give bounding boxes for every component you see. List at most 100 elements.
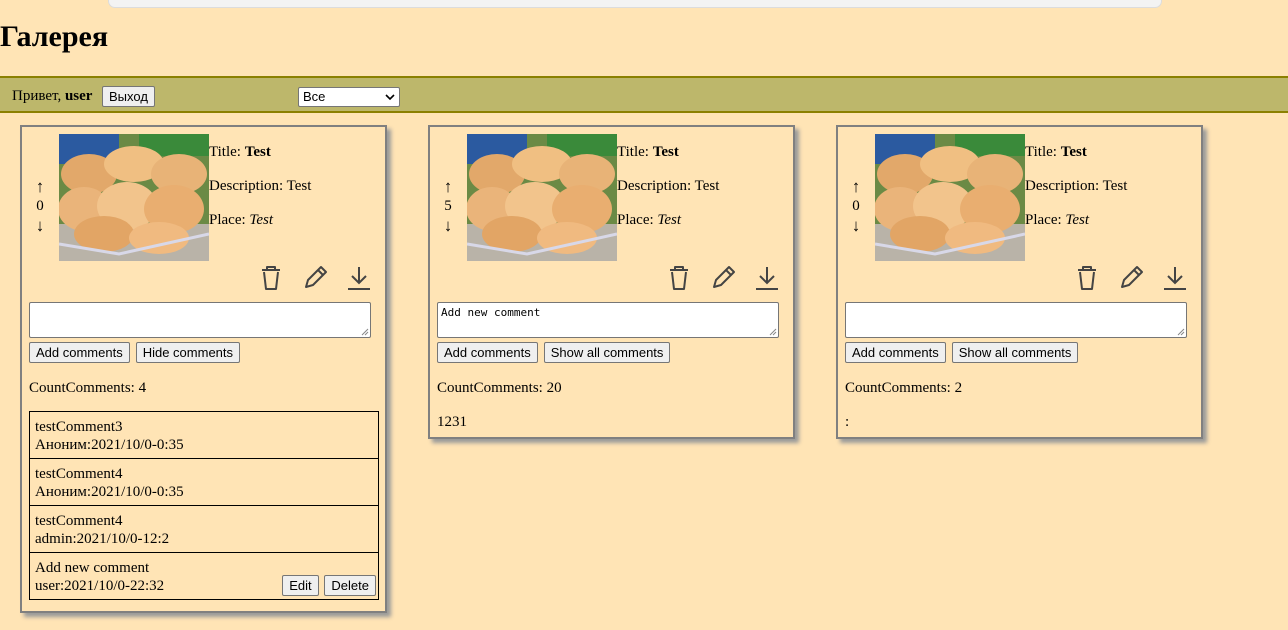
title-row: Title: Test bbox=[1025, 135, 1127, 169]
place-row: Place: Test bbox=[617, 203, 719, 237]
photo-title: Test bbox=[652, 144, 679, 160]
comment-actions: Edit Delete bbox=[280, 575, 376, 596]
title-label: Title: bbox=[209, 144, 241, 160]
description-row: Description: Test bbox=[617, 169, 719, 203]
pencil-icon[interactable] bbox=[709, 264, 737, 292]
count-label: CountComments: bbox=[845, 380, 951, 396]
description-row: Description: Test bbox=[209, 169, 311, 203]
comment-item: testComment4 admin:2021/10/0-12:2 bbox=[29, 505, 379, 553]
count-value: 4 bbox=[138, 380, 147, 396]
vote-up-icon[interactable]: ↑ bbox=[32, 177, 48, 196]
vote-widget: ↑ 0 ↓ bbox=[32, 177, 48, 235]
add-comments-button[interactable]: Add comments bbox=[845, 342, 946, 363]
photo-place: Test bbox=[249, 212, 274, 228]
photo-place: Test bbox=[1065, 212, 1090, 228]
title-row: Title: Test bbox=[209, 135, 311, 169]
title-row: Title: Test bbox=[617, 135, 719, 169]
page-title: Галерея bbox=[0, 20, 109, 53]
last-comment: : bbox=[845, 414, 850, 430]
comment-buttons: Add comments Show all comments bbox=[845, 342, 1080, 363]
vote-down-icon[interactable]: ↓ bbox=[32, 216, 48, 235]
vote-down-icon[interactable]: ↓ bbox=[440, 216, 456, 235]
description-label: Description: bbox=[1025, 178, 1100, 194]
comment-text: testComment4 bbox=[35, 513, 123, 529]
comments-list: testComment3 Аноним:2021/10/0-0:35 testC… bbox=[29, 411, 379, 600]
header-bar: Привет, user Выход Все bbox=[0, 76, 1288, 113]
place-label: Place: bbox=[1025, 212, 1062, 228]
title-label: Title: bbox=[617, 144, 649, 160]
card-actions bbox=[245, 264, 373, 294]
count-value: 2 bbox=[954, 380, 963, 396]
comment-text: testComment3 bbox=[35, 419, 123, 435]
edit-comment-button[interactable]: Edit bbox=[282, 575, 319, 596]
photo-description: Test bbox=[694, 178, 720, 194]
comment-count: CountComments: 20 bbox=[437, 380, 562, 397]
comment-item: testComment3 Аноним:2021/10/0-0:35 bbox=[29, 411, 379, 459]
vote-down-icon[interactable]: ↓ bbox=[848, 216, 864, 235]
show-all-comments-button[interactable]: Show all comments bbox=[543, 342, 671, 363]
place-row: Place: Test bbox=[209, 203, 311, 237]
chevron-down-icon bbox=[385, 88, 395, 109]
place-label: Place: bbox=[209, 212, 246, 228]
photo-thumbnail[interactable] bbox=[59, 134, 209, 261]
last-comment: 1231 bbox=[437, 414, 467, 430]
photo-thumbnail[interactable] bbox=[875, 134, 1025, 261]
photo-thumbnail[interactable] bbox=[467, 134, 617, 261]
comment-input-value: Add new comment bbox=[441, 306, 541, 319]
comment-input[interactable]: Add new comment bbox=[437, 302, 779, 338]
download-icon[interactable] bbox=[345, 264, 373, 292]
vote-widget: ↑ 0 ↓ bbox=[848, 177, 864, 235]
count-value: 20 bbox=[546, 380, 562, 396]
title-label: Title: bbox=[1025, 144, 1057, 160]
vote-widget: ↑ 5 ↓ bbox=[440, 177, 456, 235]
add-comments-button[interactable]: Add comments bbox=[437, 342, 538, 363]
comment-count: CountComments: 2 bbox=[845, 380, 962, 397]
delete-comment-button[interactable]: Delete bbox=[324, 575, 376, 596]
hide-comments-button[interactable]: Hide comments bbox=[135, 342, 241, 363]
count-label: CountComments: bbox=[437, 380, 543, 396]
description-row: Description: Test bbox=[1025, 169, 1127, 203]
description-label: Description: bbox=[617, 178, 692, 194]
photo-description: Test bbox=[1102, 178, 1128, 194]
comment-input[interactable] bbox=[29, 302, 371, 338]
pencil-icon[interactable] bbox=[301, 264, 329, 292]
logout-button[interactable]: Выход bbox=[102, 86, 155, 107]
download-icon[interactable] bbox=[753, 264, 781, 292]
vote-up-icon[interactable]: ↑ bbox=[440, 177, 456, 196]
trash-icon[interactable] bbox=[1073, 264, 1101, 292]
card-actions bbox=[653, 264, 781, 294]
vote-count: 0 bbox=[852, 198, 860, 214]
comment-input[interactable] bbox=[845, 302, 1187, 338]
pencil-icon[interactable] bbox=[1117, 264, 1145, 292]
vote-count: 0 bbox=[36, 198, 44, 214]
photo-description: Test bbox=[286, 178, 312, 194]
gallery-card: ↑ 5 ↓ Title: Test Description: Test Plac… bbox=[428, 125, 795, 439]
photo-info: Title: Test Description: Test Place: Tes… bbox=[1025, 135, 1127, 237]
comment-item: Add new comment user:2021/10/0-22:32 Edi… bbox=[29, 552, 379, 600]
greeting-prefix: Привет, bbox=[12, 88, 62, 104]
show-all-comments-button[interactable]: Show all comments bbox=[951, 342, 1079, 363]
comment-item: testComment4 Аноним:2021/10/0-0:35 bbox=[29, 458, 379, 506]
photo-info: Title: Test Description: Test Place: Tes… bbox=[209, 135, 311, 237]
place-label: Place: bbox=[617, 212, 654, 228]
photo-place: Test bbox=[657, 212, 682, 228]
username: user bbox=[64, 88, 93, 104]
description-label: Description: bbox=[209, 178, 284, 194]
gallery-card: ↑ 0 ↓ Title: Test Description: Test Plac… bbox=[836, 125, 1203, 439]
comment-buttons: Add comments Show all comments bbox=[437, 342, 672, 363]
filter-selected-value: Все bbox=[303, 89, 326, 104]
download-icon[interactable] bbox=[1161, 264, 1189, 292]
add-comments-button[interactable]: Add comments bbox=[29, 342, 130, 363]
browser-bar-remnant bbox=[108, 0, 1162, 8]
place-row: Place: Test bbox=[1025, 203, 1127, 237]
gallery-card: ↑ 0 ↓ Title: Test Description: Test Plac… bbox=[20, 125, 387, 613]
trash-icon[interactable] bbox=[665, 264, 693, 292]
greeting: Привет, user bbox=[12, 88, 92, 105]
trash-icon[interactable] bbox=[257, 264, 285, 292]
card-actions bbox=[1061, 264, 1189, 294]
vote-up-icon[interactable]: ↑ bbox=[848, 177, 864, 196]
filter-select[interactable]: Все bbox=[298, 87, 400, 107]
comment-count: CountComments: 4 bbox=[29, 380, 146, 397]
photo-title: Test bbox=[1060, 144, 1087, 160]
vote-count: 5 bbox=[444, 198, 452, 214]
